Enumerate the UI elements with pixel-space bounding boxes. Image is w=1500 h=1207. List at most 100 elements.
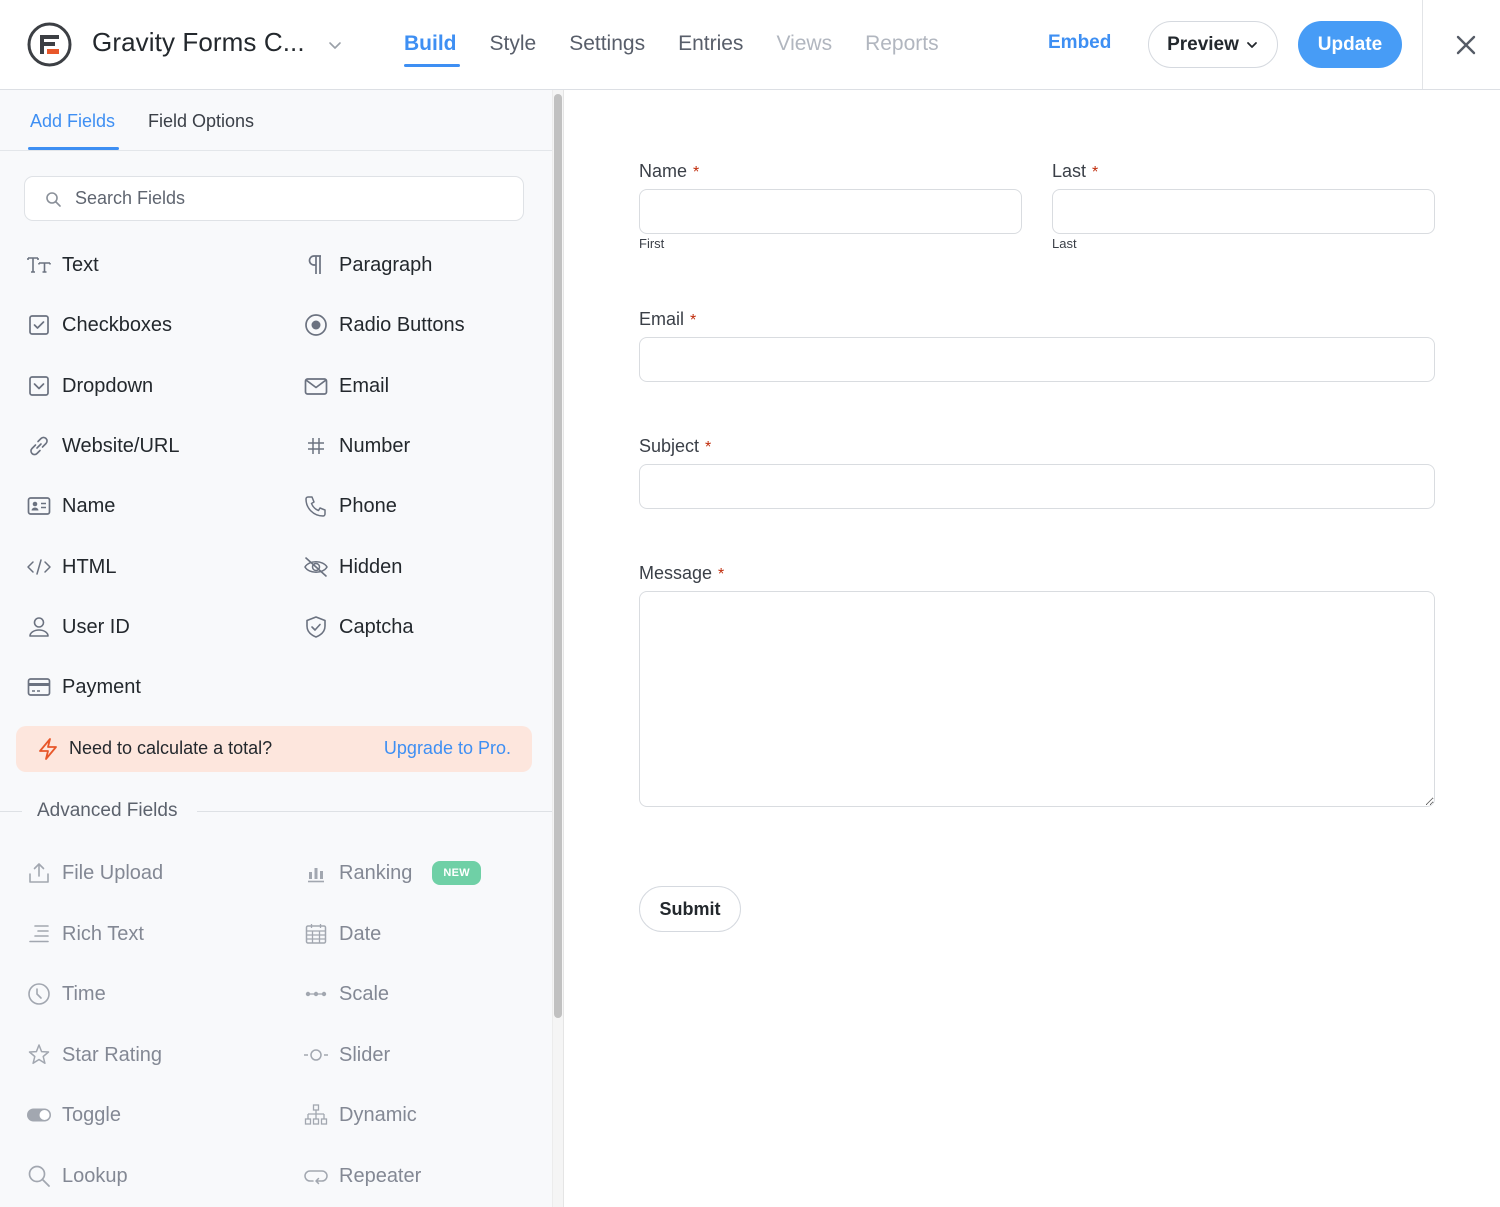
code-icon xyxy=(26,554,52,580)
required-marker: * xyxy=(693,164,700,181)
hash-icon xyxy=(303,433,329,459)
dropdown-icon xyxy=(26,373,52,399)
field-text[interactable]: Text xyxy=(26,245,99,285)
embed-button[interactable]: Embed xyxy=(1048,32,1111,54)
field-paragraph[interactable]: Paragraph xyxy=(303,245,432,285)
link-icon xyxy=(26,433,52,459)
hierarchy-icon xyxy=(303,1102,329,1128)
advanced-fields-heading: Advanced Fields xyxy=(37,800,178,821)
search-icon xyxy=(26,1163,52,1189)
field-user-id[interactable]: User ID xyxy=(26,607,130,647)
search-fields-input[interactable] xyxy=(75,177,505,220)
sidebar-tabs: Add Fields Field Options xyxy=(0,90,552,151)
field-repeater[interactable]: Repeater xyxy=(303,1156,421,1196)
align-right-icon xyxy=(26,921,52,947)
paragraph-icon xyxy=(303,252,329,278)
tab-add-fields[interactable]: Add Fields xyxy=(30,111,115,132)
email-field-label: Email * xyxy=(639,309,696,330)
field-email[interactable]: Email xyxy=(303,366,389,406)
bar-chart-icon xyxy=(303,860,329,886)
field-file-upload[interactable]: File Upload xyxy=(26,853,163,893)
chevron-down-icon[interactable] xyxy=(326,36,344,54)
field-date[interactable]: Date xyxy=(303,914,381,954)
first-name-sublabel: First xyxy=(639,236,665,251)
search-icon xyxy=(46,192,61,207)
preview-label: Preview xyxy=(1167,33,1239,55)
field-star-rating[interactable]: Star Rating xyxy=(26,1035,162,1075)
field-html[interactable]: HTML xyxy=(26,547,116,587)
search-fields-box xyxy=(24,176,524,221)
field-time[interactable]: Time xyxy=(26,974,106,1014)
clock-icon xyxy=(26,981,52,1007)
promo-text: Need to calculate a total? xyxy=(69,738,273,758)
field-website-url[interactable]: Website/URL xyxy=(26,426,179,466)
field-checkboxes[interactable]: Checkboxes xyxy=(26,305,172,345)
field-captcha[interactable]: Captcha xyxy=(303,607,414,647)
nav-tab-views[interactable]: Views xyxy=(776,0,832,89)
new-badge: NEW xyxy=(432,861,481,885)
field-ranking[interactable]: Ranking NEW xyxy=(303,853,481,893)
radio-icon xyxy=(303,312,329,338)
submit-button[interactable]: Submit xyxy=(639,886,741,932)
field-dynamic[interactable]: Dynamic xyxy=(303,1095,417,1135)
close-icon[interactable] xyxy=(1452,31,1480,59)
preview-button[interactable]: Preview xyxy=(1148,21,1278,68)
upgrade-promo-banner: Need to calculate a total? Upgrade to Pr… xyxy=(16,726,532,772)
last-name-input[interactable] xyxy=(1052,189,1435,234)
field-radio-buttons[interactable]: Radio Buttons xyxy=(303,305,465,345)
repeat-icon xyxy=(303,1163,329,1189)
tab-field-options[interactable]: Field Options xyxy=(148,111,254,132)
field-payment[interactable]: Payment xyxy=(26,667,141,707)
field-lookup[interactable]: Lookup xyxy=(26,1156,128,1196)
field-rich-text[interactable]: Rich Text xyxy=(26,914,144,954)
field-toggle[interactable]: Toggle xyxy=(26,1095,121,1135)
field-name[interactable]: Name xyxy=(26,486,115,526)
text-icon xyxy=(26,252,52,278)
scale-dots-icon xyxy=(303,981,329,1007)
form-title[interactable]: Gravity Forms C... xyxy=(92,27,305,58)
required-marker: * xyxy=(718,566,725,583)
required-marker: * xyxy=(1092,164,1099,181)
fields-sidebar: Add Fields Field Options Text Paragraph … xyxy=(0,90,552,1207)
nav-tab-settings[interactable]: Settings xyxy=(569,0,645,89)
id-card-icon xyxy=(26,493,52,519)
lightning-bolt-icon xyxy=(39,738,57,760)
message-field-label: Message * xyxy=(639,563,724,584)
main-nav: Build Style Settings Entries Views Repor… xyxy=(404,0,972,89)
sidebar-scrollbar-thumb[interactable] xyxy=(554,94,562,1018)
nav-tab-build[interactable]: Build xyxy=(404,0,459,89)
user-icon xyxy=(26,614,52,640)
message-textarea[interactable] xyxy=(639,591,1435,807)
field-hidden[interactable]: Hidden xyxy=(303,547,402,587)
update-button[interactable]: Update xyxy=(1298,21,1402,68)
form-canvas: Name * First Last * Last Email * Subject * M… xyxy=(564,90,1500,1207)
nav-tab-style[interactable]: Style xyxy=(490,0,537,89)
toggle-icon xyxy=(26,1102,52,1128)
upload-icon xyxy=(26,860,52,886)
first-name-input[interactable] xyxy=(639,189,1022,234)
field-dropdown[interactable]: Dropdown xyxy=(26,366,153,406)
field-scale[interactable]: Scale xyxy=(303,974,389,1014)
upgrade-to-pro-link[interactable]: Upgrade to Pro. xyxy=(384,738,511,759)
nav-tab-reports[interactable]: Reports xyxy=(865,0,939,89)
subject-input[interactable] xyxy=(639,464,1435,509)
divider xyxy=(0,811,22,812)
calendar-icon xyxy=(303,921,329,947)
field-slider[interactable]: Slider xyxy=(303,1035,390,1075)
eye-slash-icon xyxy=(303,554,329,580)
email-icon xyxy=(303,373,329,399)
field-phone[interactable]: Phone xyxy=(303,486,397,526)
credit-card-icon xyxy=(26,674,52,700)
divider xyxy=(197,811,552,812)
nav-tab-entries[interactable]: Entries xyxy=(678,0,743,89)
last-field-label: Last * xyxy=(1052,161,1098,182)
active-tab-indicator xyxy=(28,147,119,150)
email-input[interactable] xyxy=(639,337,1435,382)
last-name-sublabel: Last xyxy=(1052,236,1077,251)
label-text: Last xyxy=(1052,161,1087,181)
phone-icon xyxy=(303,493,329,519)
subject-field-label: Subject * xyxy=(639,436,711,457)
formidable-logo-icon[interactable] xyxy=(27,22,72,67)
star-icon xyxy=(26,1042,52,1068)
field-number[interactable]: Number xyxy=(303,426,410,466)
